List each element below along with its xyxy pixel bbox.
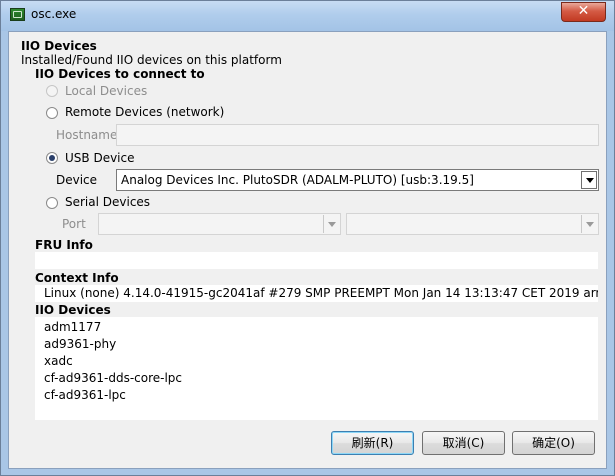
usb-device-label: USB Device <box>65 151 135 165</box>
baud-select[interactable] <box>346 213 599 235</box>
local-devices-label: Local Devices <box>65 84 148 98</box>
list-item: xadc <box>44 354 73 368</box>
fru-info-panel <box>35 252 598 269</box>
device-select-value: Analog Devices Inc. PlutoSDR (ADALM-PLUT… <box>121 173 474 187</box>
chevron-down-icon[interactable] <box>581 215 597 233</box>
refresh-button[interactable]: 刷新(R) <box>331 431 414 455</box>
fru-info-heading: FRU Info <box>35 238 93 252</box>
close-icon: ✕ <box>577 3 590 19</box>
close-button[interactable]: ✕ <box>561 2 606 22</box>
title-bar[interactable]: osc.exe ✕ <box>1 1 614 31</box>
iio-device-list: adm1177 ad9361-phy xadc cf-ad9361-dds-co… <box>35 317 598 420</box>
window-title: osc.exe <box>31 7 77 21</box>
iio-devices-heading: IIO Devices <box>21 39 97 53</box>
iio-device-list-heading: IIO Devices <box>35 303 111 317</box>
list-item: ad9361-phy <box>44 337 117 351</box>
dialog-window: osc.exe ✕ IIO Devices Installed/Found II… <box>0 0 615 476</box>
cancel-button[interactable]: 取消(C) <box>422 431 505 455</box>
hostname-label: Hostname <box>56 128 118 142</box>
context-info-text: Linux (none) 4.14.0-41915-gc2041af #279 … <box>44 286 598 300</box>
serial-devices-label: Serial Devices <box>65 195 151 209</box>
context-info-heading: Context Info <box>35 271 119 285</box>
ok-button[interactable]: 确定(O) <box>512 431 595 455</box>
dialog-body: IIO Devices Installed/Found IIO devices … <box>8 31 607 469</box>
remote-devices-label: Remote Devices (network) <box>65 105 225 119</box>
port-label: Port <box>62 217 86 231</box>
port-select[interactable] <box>98 213 341 235</box>
list-item: adm1177 <box>44 320 102 334</box>
list-item: cf-ad9361-lpc <box>44 388 126 402</box>
app-icon <box>10 8 25 21</box>
iio-devices-subheading: Installed/Found IIO devices on this plat… <box>21 53 282 67</box>
list-item: cf-ad9361-dds-core-lpc <box>44 371 183 385</box>
device-select[interactable]: Analog Devices Inc. PlutoSDR (ADALM-PLUT… <box>116 169 599 191</box>
local-devices-radio[interactable] <box>46 85 58 97</box>
chevron-down-icon[interactable] <box>323 215 339 233</box>
chevron-down-icon[interactable] <box>581 171 597 189</box>
connect-heading: IIO Devices to connect to <box>35 67 205 81</box>
usb-device-radio[interactable] <box>46 152 58 164</box>
context-info-panel: Linux (none) 4.14.0-41915-gc2041af #279 … <box>35 285 598 302</box>
device-label: Device <box>56 173 98 187</box>
serial-devices-radio[interactable] <box>46 197 58 209</box>
remote-devices-radio[interactable] <box>46 107 58 119</box>
hostname-input[interactable] <box>116 124 599 146</box>
